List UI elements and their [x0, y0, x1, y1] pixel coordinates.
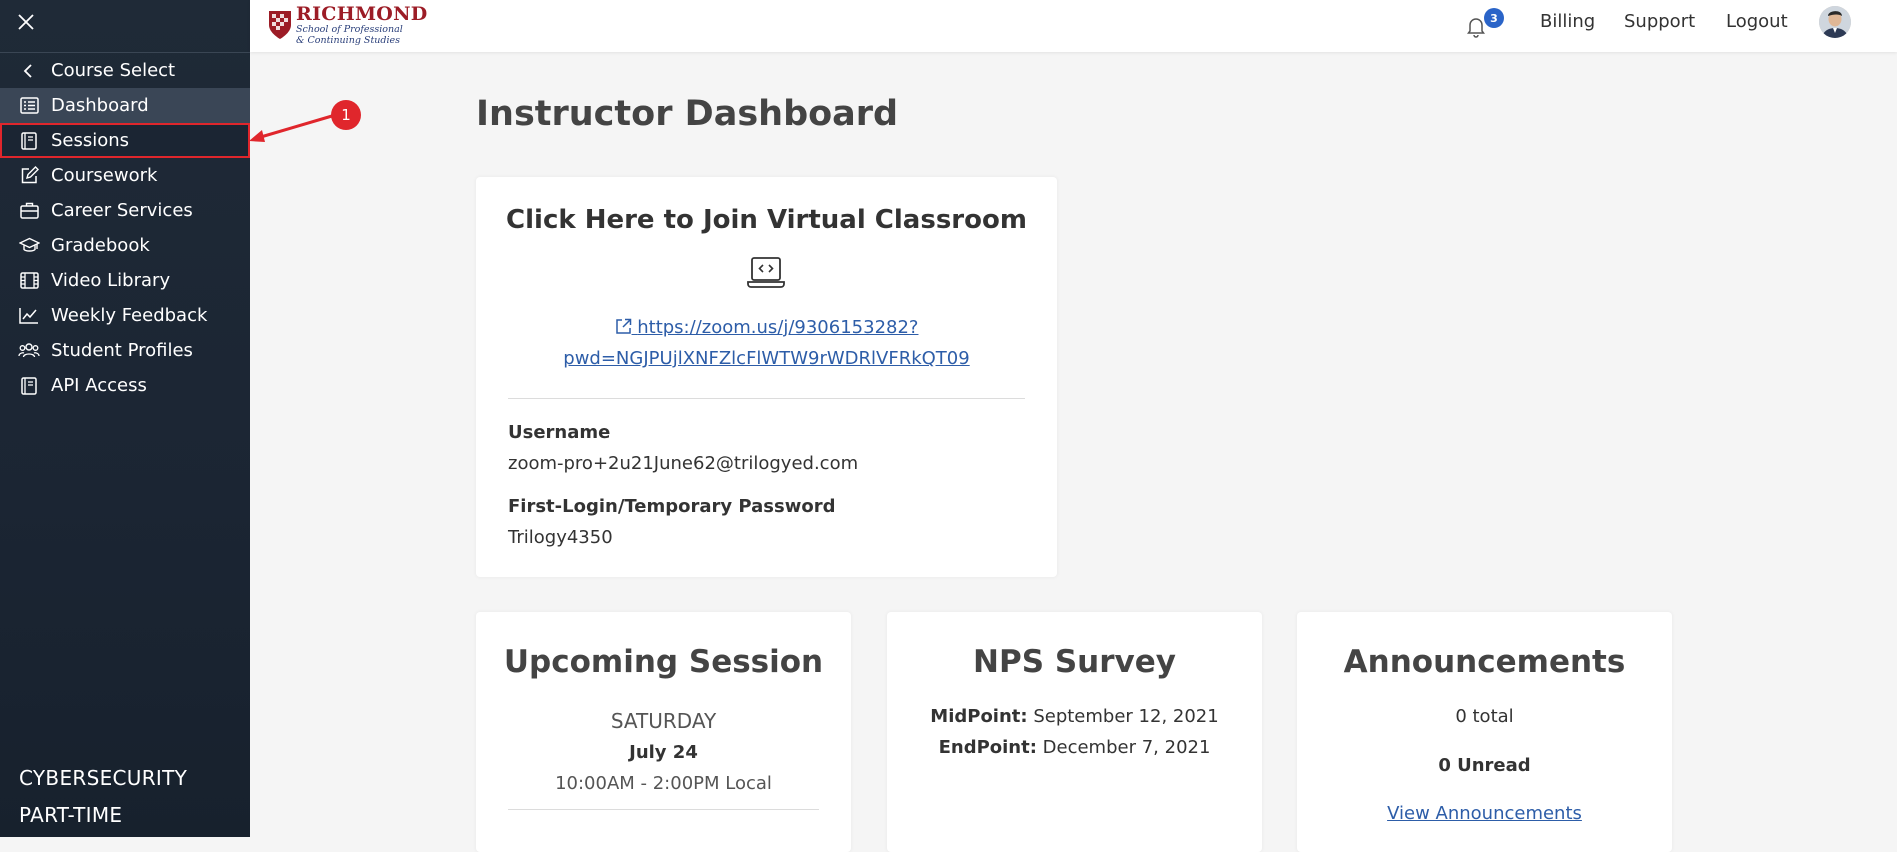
shield-logo-icon: [269, 11, 291, 39]
users-icon: [18, 340, 40, 362]
sidebar-item-label: Gradebook: [51, 235, 150, 256]
page-title: Instructor Dashboard: [476, 94, 899, 134]
sidebar-item-video-library[interactable]: Video Library: [0, 263, 250, 298]
logo-sub-1: School of Professional: [296, 23, 403, 35]
briefcase-icon: [18, 200, 40, 222]
close-icon[interactable]: [15, 11, 37, 33]
logo-main: RICHMOND: [296, 2, 428, 25]
billing-link[interactable]: Billing: [1540, 11, 1595, 32]
sidebar-item-dashboard[interactable]: Dashboard: [0, 88, 250, 123]
program-line-2: PART-TIME: [19, 803, 123, 827]
nps-endpoint: EndPoint: December 7, 2021: [887, 737, 1262, 758]
sidebar-item-label: Coursework: [51, 165, 158, 186]
notifications-button[interactable]: 3: [1465, 8, 1504, 42]
sidebar-item-coursework[interactable]: Coursework: [0, 158, 250, 193]
book-icon: [18, 130, 40, 152]
view-announcements-link[interactable]: View Announcements: [1297, 803, 1672, 824]
sidebar-item-label: Student Profiles: [51, 340, 193, 361]
university-logo[interactable]: RICHMOND School of Professional & Contin…: [268, 3, 428, 47]
sidebar-item-career-services[interactable]: Career Services: [0, 193, 250, 228]
password-label: First-Login/Temporary Password: [508, 496, 836, 517]
zoom-link-line-1: https://zoom.us/j/9306153282?: [637, 317, 919, 338]
sidebar-item-label: Video Library: [51, 270, 171, 291]
sidebar-item-label: API Access: [51, 375, 147, 396]
sidebar-item-label: Dashboard: [51, 95, 149, 116]
chevron-left-icon: [18, 60, 40, 82]
user-avatar-icon: [1819, 6, 1851, 38]
virtual-classroom-card: Click Here to Join Virtual Classroom htt…: [476, 177, 1057, 577]
sidebar-item-api-access[interactable]: API Access: [0, 368, 250, 403]
nps-survey-title: NPS Survey: [973, 644, 1176, 680]
session-time: 10:00AM - 2:00PM Local: [555, 773, 772, 794]
session-day: SATURDAY: [610, 709, 717, 733]
nps-survey-card: NPS Survey MidPoint: September 12, 2021 …: [887, 612, 1262, 852]
upcoming-session-title: Upcoming Session: [503, 644, 824, 680]
announcements-total: 0 total: [1455, 706, 1514, 727]
program-name: CYBERSECURITY PART-TIME: [19, 760, 187, 834]
nps-midpoint: MidPoint: September 12, 2021: [887, 706, 1262, 727]
book-icon: [18, 375, 40, 397]
username-label: Username: [508, 422, 611, 443]
notification-badge: 3: [1484, 8, 1504, 28]
sidebar-item-label: Sessions: [51, 130, 130, 151]
divider: [508, 809, 819, 810]
program-line-1: CYBERSECURITY: [19, 766, 188, 790]
chart-line-icon: [18, 305, 40, 327]
sidebar-item-label: Course Select: [51, 60, 176, 81]
graduation-cap-icon: [18, 235, 40, 257]
announcements-title: Announcements: [1343, 644, 1626, 680]
endpoint-value: December 7, 2021: [1042, 737, 1211, 758]
sidebar-item-course-select[interactable]: Course Select: [0, 53, 250, 88]
external-link-icon: [615, 317, 638, 338]
virtual-classroom-heading[interactable]: Click Here to Join Virtual Classroom: [476, 205, 1057, 235]
upcoming-session-card: Upcoming Session SATURDAY July 24 10:00A…: [476, 612, 851, 852]
sidebar-item-label: Weekly Feedback: [51, 305, 208, 326]
annotation-arrow: [249, 114, 333, 142]
sidebar-item-student-profiles[interactable]: Student Profiles: [0, 333, 250, 368]
announcements-card: Announcements 0 total 0 Unread View Anno…: [1297, 612, 1672, 852]
username-value: zoom-pro+2u21June62@trilogyed.com: [508, 453, 859, 474]
film-icon: [18, 270, 40, 292]
session-date: July 24: [629, 742, 698, 763]
laptop-code-icon[interactable]: [746, 255, 786, 291]
annotation-marker: 1: [331, 100, 361, 130]
zoom-link-line-2: pwd=NGJPUjlXNFZlcFlWTW9rWDRlVFRkQT09: [563, 348, 970, 369]
sidebar-item-label: Career Services: [51, 200, 193, 221]
endpoint-label: EndPoint:: [938, 737, 1037, 758]
logout-link[interactable]: Logout: [1726, 11, 1788, 32]
support-link[interactable]: Support: [1624, 11, 1695, 32]
sidebar-nav: Course Select Dashboard Sessions Coursew…: [0, 53, 250, 403]
logo-text: RICHMOND School of Professional & Contin…: [296, 2, 428, 46]
announcements-unread: 0 Unread: [1438, 755, 1531, 776]
avatar[interactable]: [1819, 6, 1851, 38]
sidebar-item-weekly-feedback[interactable]: Weekly Feedback: [0, 298, 250, 333]
midpoint-label: MidPoint:: [930, 706, 1028, 727]
zoom-link[interactable]: https://zoom.us/j/9306153282? pwd=NGJPUj…: [476, 312, 1057, 374]
sidebar-item-sessions[interactable]: Sessions: [0, 123, 250, 158]
divider: [508, 398, 1025, 399]
sidebar-item-gradebook[interactable]: Gradebook: [0, 228, 250, 263]
sidebar: Course Select Dashboard Sessions Coursew…: [0, 0, 250, 837]
top-bar: RICHMOND School of Professional & Contin…: [250, 0, 1897, 52]
list-icon: [18, 95, 40, 117]
edit-icon: [18, 165, 40, 187]
password-value: Trilogy4350: [508, 527, 613, 548]
logo-sub-2: & Continuing Studies: [296, 34, 400, 46]
midpoint-value: September 12, 2021: [1033, 706, 1219, 727]
